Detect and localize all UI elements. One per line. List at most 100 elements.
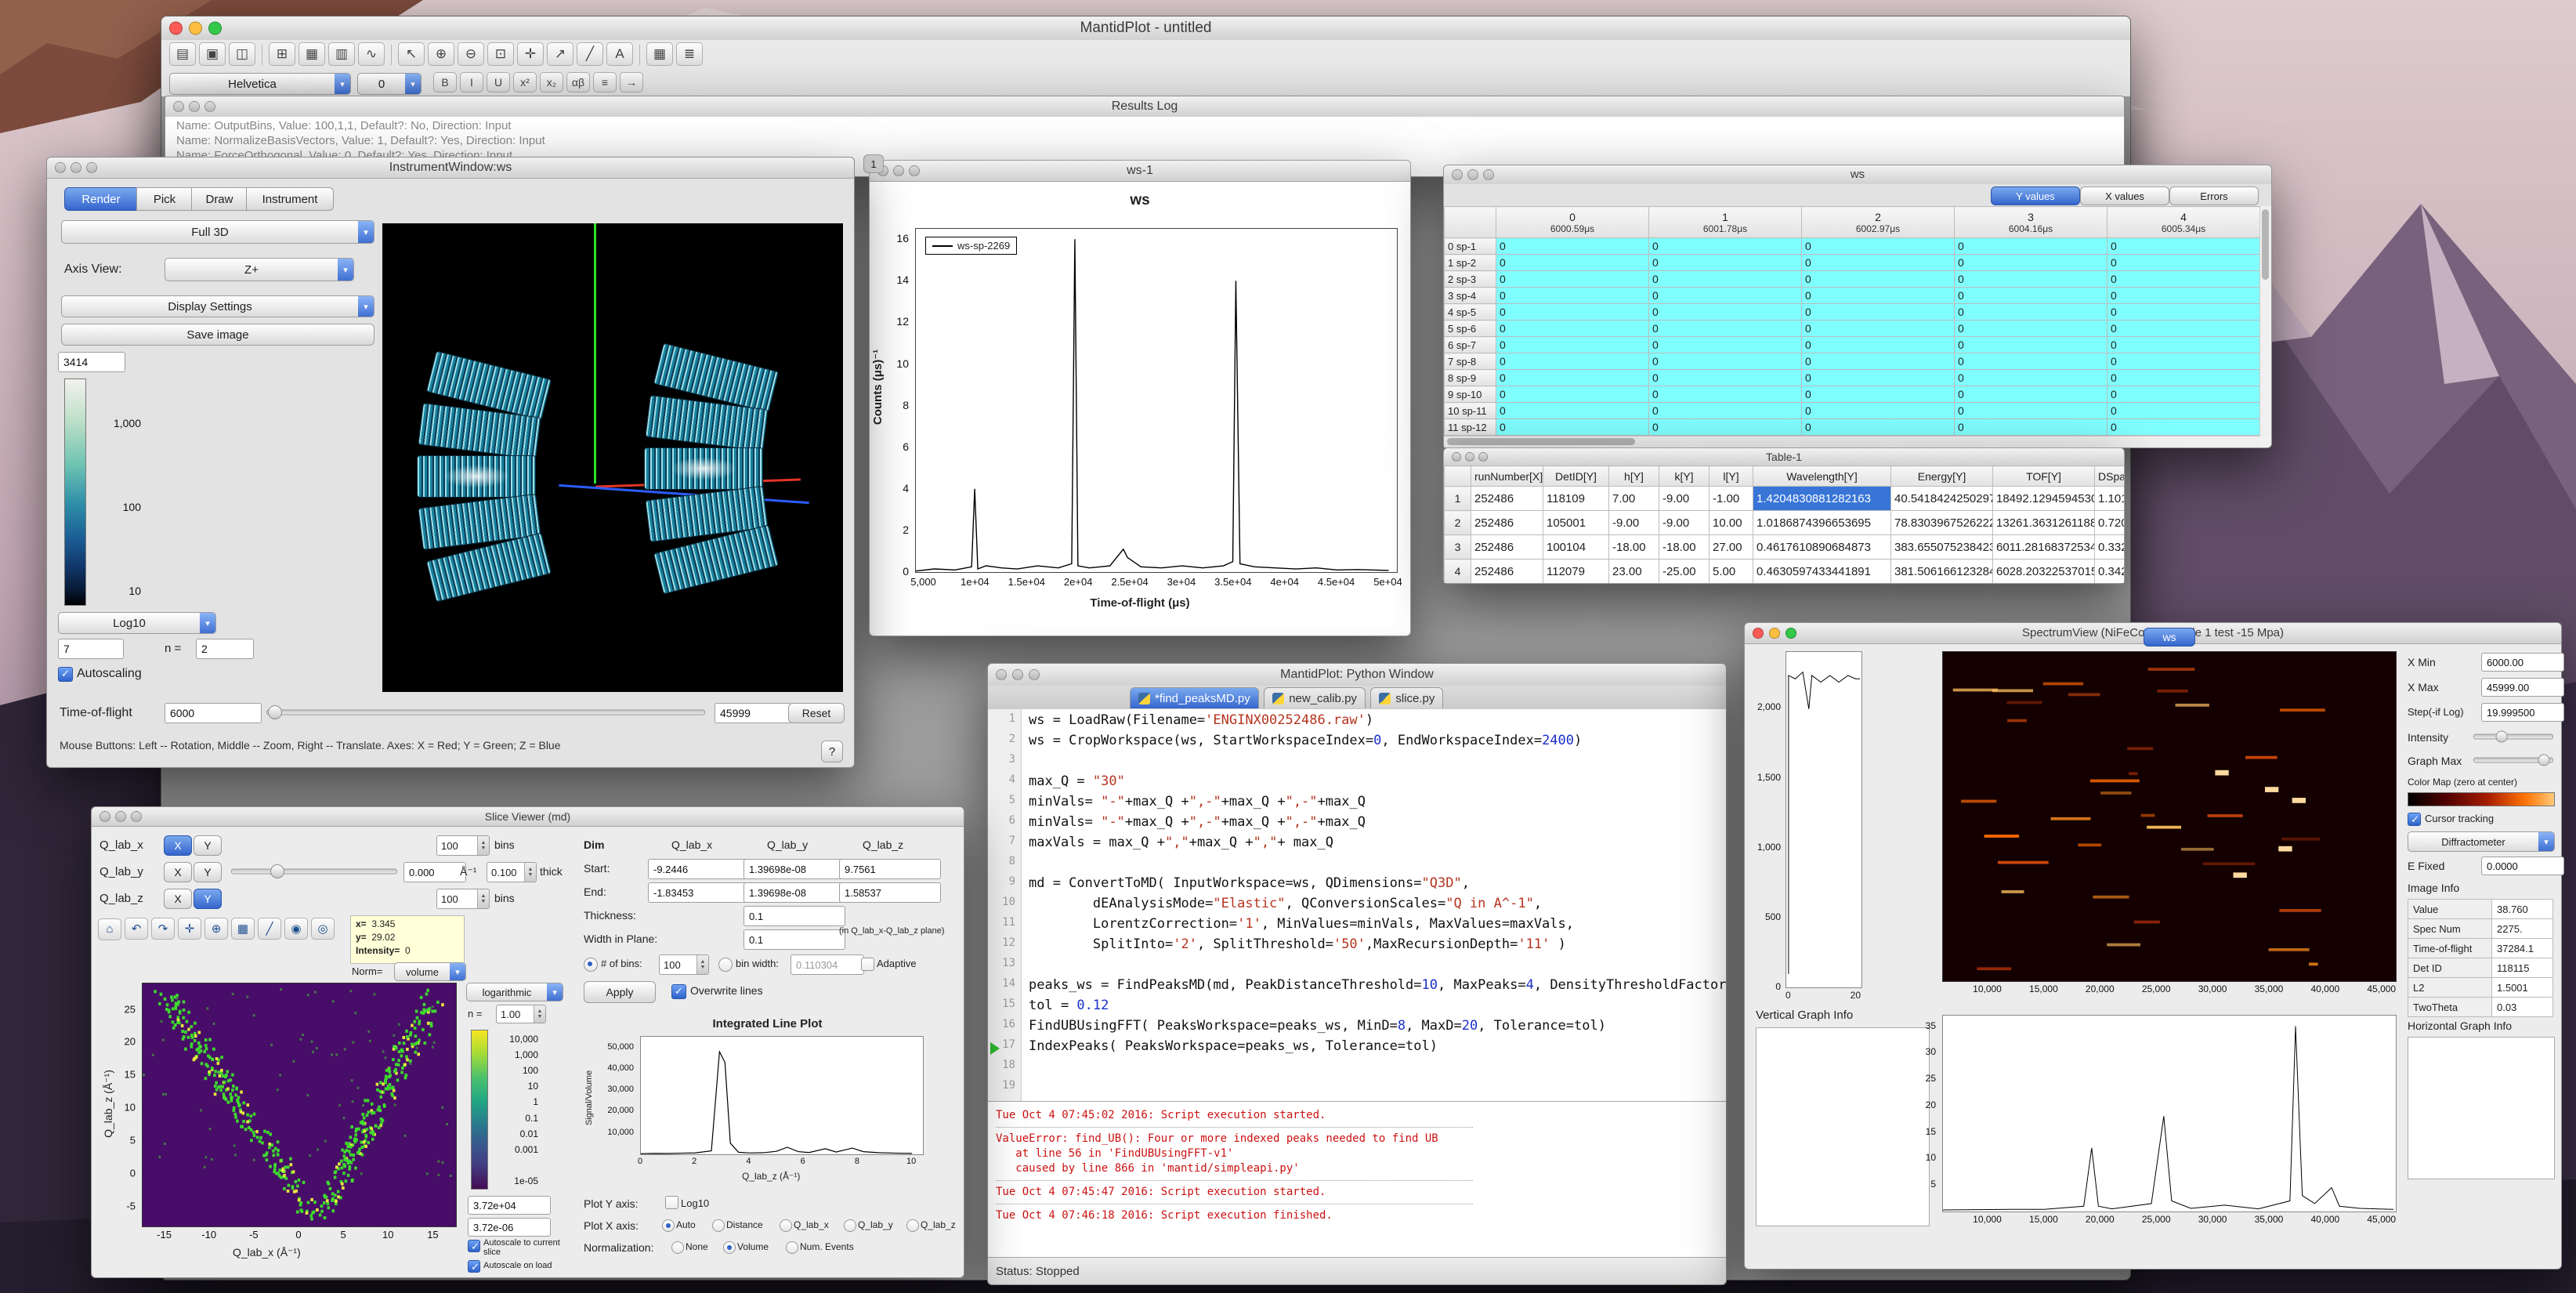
new-project-icon[interactable]: ▤ [169, 42, 196, 66]
cell[interactable]: 252486 [1471, 535, 1543, 560]
row-header[interactable]: 2 [1445, 511, 1471, 535]
minimize-button[interactable] [1769, 628, 1780, 639]
row-header[interactable]: 5 sp-6 [1445, 321, 1496, 337]
slice-plot-area[interactable] [142, 983, 457, 1227]
font-size-dropdown[interactable]: 0▾ [357, 73, 421, 95]
overwrite-lines-checkbox[interactable] [671, 984, 686, 999]
cell[interactable]: 7.00 [1609, 487, 1659, 511]
python-titlebar[interactable]: MantidPlot: Python Window [988, 664, 1726, 686]
cell[interactable]: 0 [2107, 271, 2260, 288]
code-editor[interactable]: 12345678910111213141516171819 ws = LoadR… [988, 709, 1726, 1101]
column-header[interactable]: Energy[Y] [1891, 466, 1993, 487]
axis-view-dropdown[interactable]: Z+▾ [165, 258, 354, 281]
cell[interactable]: 0 [1496, 419, 1649, 436]
cell[interactable]: 0 [1496, 288, 1649, 304]
save-image-button[interactable]: Save image [61, 324, 374, 346]
slice-viewer-titlebar[interactable]: Slice Viewer (md) [92, 807, 964, 827]
cell[interactable]: 0 [1649, 288, 1802, 304]
cell[interactable]: 0 [1496, 271, 1649, 288]
norm-dropdown[interactable]: volume▾ [394, 962, 466, 981]
color-scale-dropdown[interactable]: logarithmic▾ [466, 983, 563, 1001]
detector-bank-panel[interactable] [417, 455, 536, 498]
pan-icon[interactable]: ✛ [517, 42, 544, 66]
close-button[interactable] [1753, 628, 1764, 639]
cell[interactable]: 0.33252 [2095, 535, 2125, 560]
cell[interactable]: 105001 [1543, 511, 1609, 535]
mdi-window-badge[interactable]: 1 [863, 154, 884, 173]
apply-button[interactable]: Apply [584, 981, 656, 1003]
tab-render[interactable]: Render [64, 187, 138, 211]
display-settings-dropdown[interactable]: Display Settings▾ [61, 295, 374, 317]
minimize-button[interactable] [1465, 452, 1474, 462]
cell[interactable]: 0 [1496, 386, 1649, 403]
autoscale-load-checkbox[interactable] [468, 1260, 480, 1273]
row-header[interactable]: 8 sp-9 [1445, 370, 1496, 386]
row-header[interactable]: 7 sp-8 [1445, 353, 1496, 370]
cell[interactable]: -9.00 [1659, 511, 1709, 535]
cell[interactable]: 0 [1802, 353, 1955, 370]
cell[interactable]: 383.6550752384233 [1891, 535, 1993, 560]
draw-line-icon[interactable]: ╱ [577, 42, 603, 66]
maximize-button[interactable] [909, 165, 920, 176]
row-header[interactable]: 10 sp-11 [1445, 403, 1496, 419]
cell[interactable]: -1.00 [1709, 487, 1753, 511]
cell[interactable]: 23.00 [1609, 560, 1659, 584]
code-line[interactable]: LorentzCorrection='1', MinValues=minVals… [1029, 916, 1726, 936]
bold-button[interactable]: B [433, 72, 457, 92]
column-header[interactable]: 06000.59μs [1496, 207, 1649, 238]
cell[interactable]: 0 [1802, 321, 1955, 337]
tof-value-field[interactable]: 6000 [165, 703, 262, 723]
cell[interactable]: 252486 [1471, 487, 1543, 511]
cell[interactable]: 0 [2107, 304, 2260, 321]
italic-button[interactable]: I [460, 72, 483, 92]
column-header[interactable]: 46005.34μs [2107, 207, 2260, 238]
code-line[interactable]: SplitInto='2', SplitThreshold='50',MaxRe… [1029, 936, 1726, 957]
results-log-titlebar[interactable]: Results Log [165, 96, 2124, 118]
dim-x-as-x-button[interactable]: X [164, 835, 192, 856]
zoom-out-icon[interactable]: ⊖ [458, 42, 484, 66]
dim-y-position-slider[interactable] [231, 862, 397, 881]
code-line[interactable]: md = ConvertToMD( InputWorkspace=ws, QDi… [1029, 875, 1726, 896]
norm-volume-radio[interactable] [723, 1241, 736, 1254]
n-spinner[interactable]: 1.00▲▼ [496, 1005, 546, 1023]
cell[interactable]: 0 [1496, 337, 1649, 353]
cell[interactable]: 0.4630597433441891 [1753, 560, 1891, 584]
colorbar[interactable] [64, 378, 86, 606]
minimize-button[interactable] [1012, 669, 1023, 680]
width-in-plane-field[interactable]: 0.1 [743, 929, 845, 950]
font-family-dropdown[interactable]: Helvetica▾ [169, 73, 351, 95]
norm-none-radio[interactable] [671, 1241, 684, 1254]
code-line[interactable]: maxVals = max_Q +","+max_Q +","+ max_Q [1029, 835, 1726, 855]
column-header[interactable]: h[Y] [1609, 466, 1659, 487]
diffractometer-dropdown[interactable]: Diffractometer▾ [2408, 831, 2555, 852]
cell[interactable]: 0 [1802, 337, 1955, 353]
cell[interactable]: 0 [2107, 419, 2260, 436]
add-table-icon[interactable]: ▦ [646, 42, 673, 66]
tof-slider[interactable] [266, 703, 705, 722]
colorbar-max-field[interactable]: 3414 [58, 352, 125, 372]
column-header[interactable]: l[Y] [1709, 466, 1753, 487]
scale-type-dropdown[interactable]: Log10▾ [58, 612, 216, 634]
row-header[interactable]: 3 [1445, 535, 1471, 560]
end-y-field[interactable]: 1.39698e-08 [743, 882, 845, 903]
cell[interactable]: 0 [1649, 403, 1802, 419]
tab-pick[interactable]: Pick [136, 187, 193, 211]
script-output-console[interactable]: Tue Oct 4 07:45:02 2016: Script executio… [988, 1101, 1726, 1258]
autoscaling-checkbox[interactable] [58, 667, 73, 682]
bin-width-radio[interactable] [718, 958, 733, 972]
end-z-field[interactable]: 1.58537 [839, 882, 941, 903]
cell[interactable]: 0 [1955, 386, 2107, 403]
row-header[interactable]: 4 [1445, 560, 1471, 584]
grid-icon[interactable]: ▦ [231, 918, 255, 940]
maximize-button[interactable] [131, 811, 142, 822]
cell[interactable]: 13261.36312611883 [1993, 511, 2095, 535]
x-max-field[interactable]: 45999.00 [2481, 678, 2564, 697]
tab-new-calib-script[interactable]: new_calib.py [1264, 687, 1366, 708]
column-header[interactable]: DetID[Y] [1543, 466, 1609, 487]
cell[interactable]: 0 [1955, 271, 2107, 288]
horizontal-scrollbar[interactable] [1444, 436, 2260, 447]
x-qlabz-radio[interactable] [906, 1219, 919, 1232]
cell[interactable]: 0 [1955, 337, 2107, 353]
integrated-line-plot[interactable] [640, 1036, 924, 1155]
close-button[interactable] [55, 162, 66, 173]
